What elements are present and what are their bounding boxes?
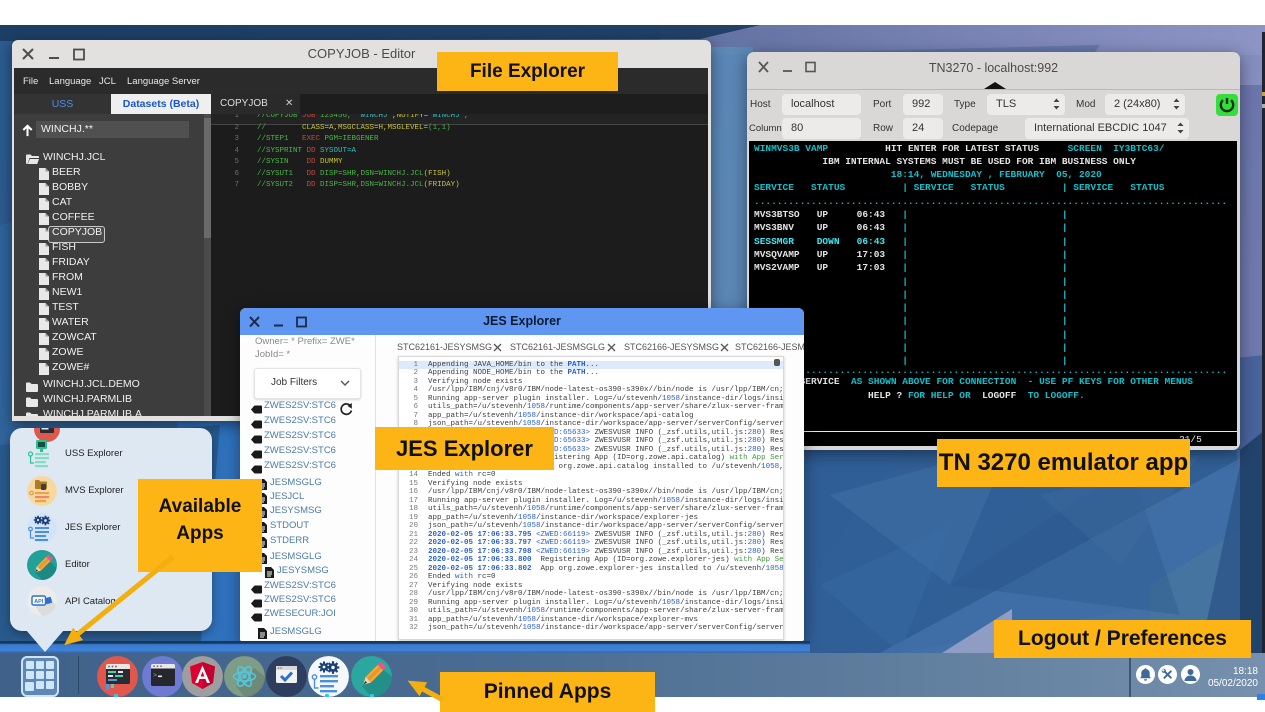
svg-text:>: > <box>153 672 157 679</box>
svg-text:API: API <box>34 599 43 605</box>
